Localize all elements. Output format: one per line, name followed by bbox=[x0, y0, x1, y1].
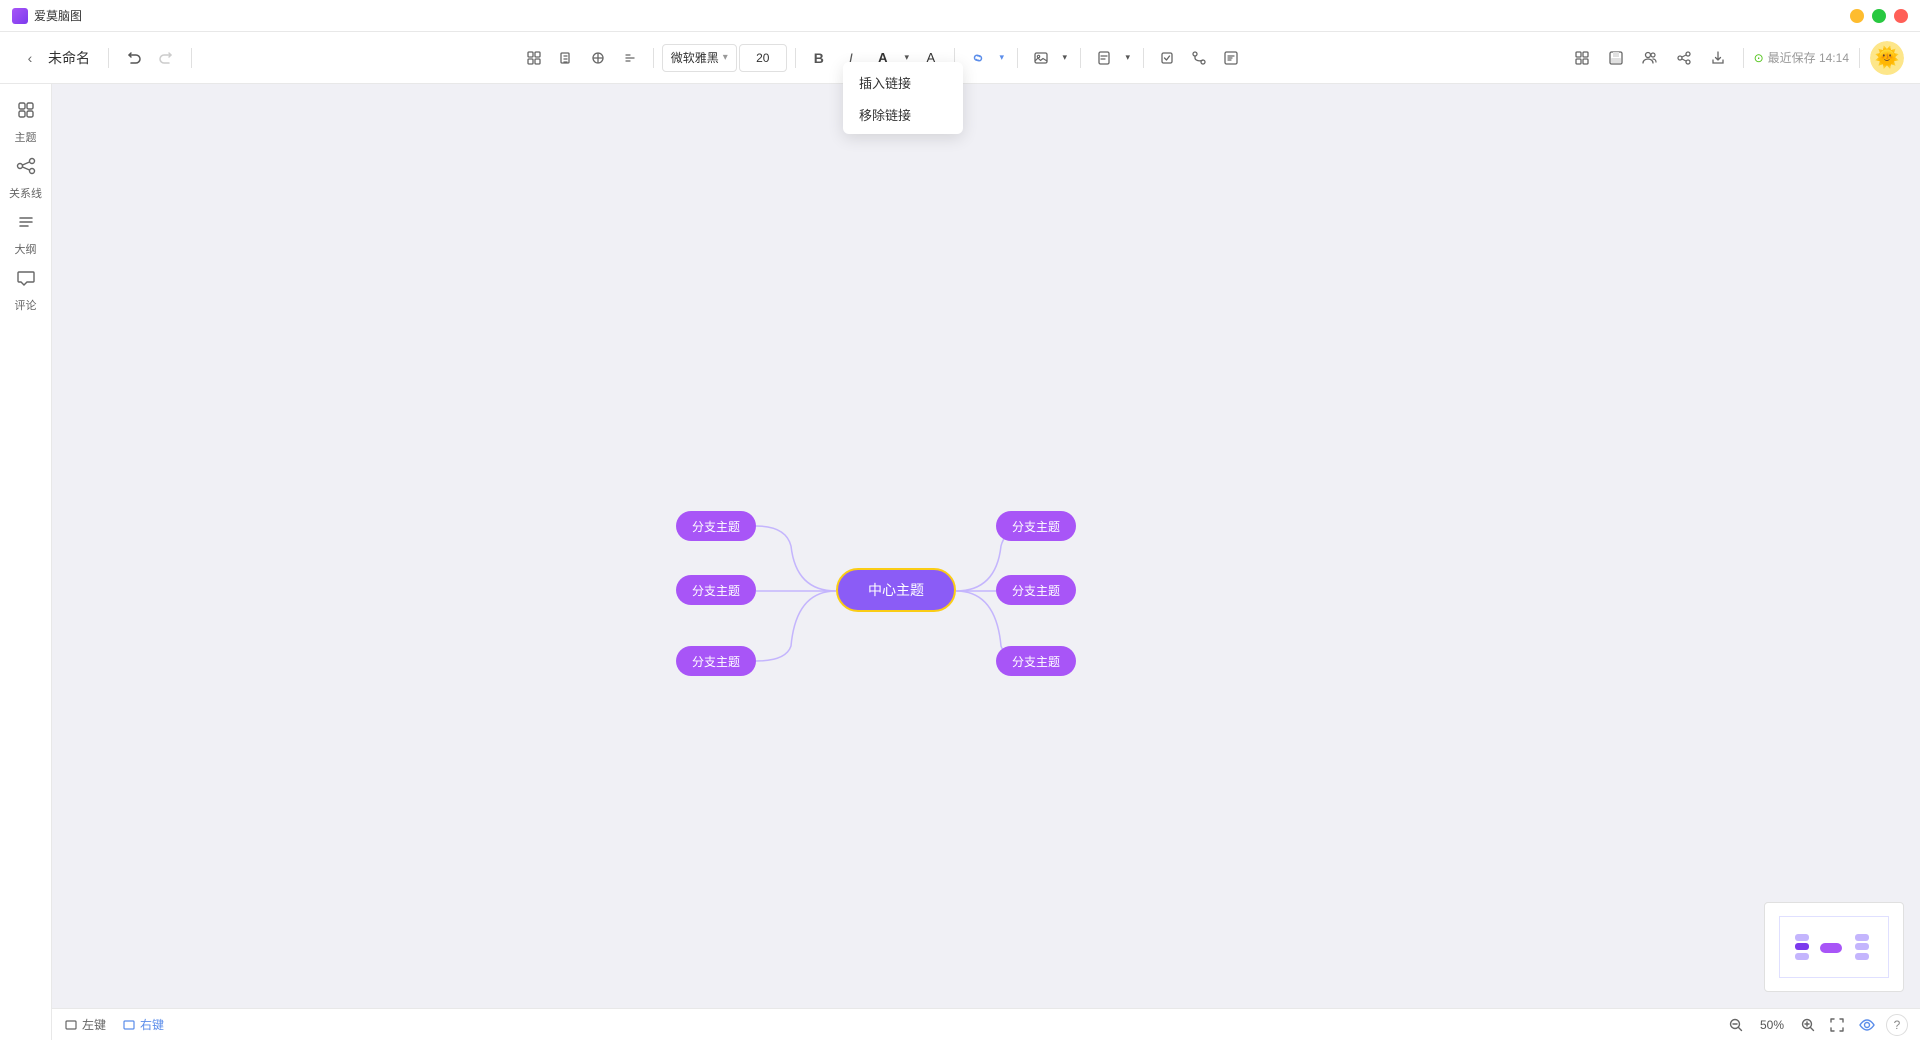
comment-label: 评论 bbox=[15, 297, 37, 313]
branch-node-br3[interactable]: 分支主题 bbox=[996, 646, 1076, 676]
minimap-branch-right1 bbox=[1855, 934, 1869, 941]
theme-icon bbox=[16, 100, 36, 125]
branch-node-bl1[interactable]: 分支主题 bbox=[676, 511, 756, 541]
divider-8 bbox=[1143, 48, 1144, 68]
zoom-level: 50% bbox=[1754, 1018, 1790, 1032]
branch-node-br1[interactable]: 分支主题 bbox=[996, 511, 1076, 541]
checkbox-button[interactable] bbox=[1152, 43, 1182, 73]
branch-node-bl3[interactable]: 分支主题 bbox=[676, 646, 756, 676]
bold-button[interactable]: B bbox=[804, 43, 834, 73]
sidebar: 主题 关系线 大纲 评论 bbox=[0, 84, 52, 1040]
font-size-value: 20 bbox=[756, 51, 769, 65]
window-controls: − □ × bbox=[1850, 9, 1908, 23]
back-button[interactable]: ‹ bbox=[16, 44, 44, 72]
font-family-selector[interactable]: 微软雅黑 ▾ bbox=[662, 44, 737, 72]
branch-node-br2[interactable]: 分支主题 bbox=[996, 575, 1076, 605]
sidebar-item-relation[interactable]: 关系线 bbox=[4, 152, 48, 204]
move-button[interactable] bbox=[583, 43, 613, 73]
app-icon bbox=[12, 8, 28, 24]
doc-title: 未命名 bbox=[48, 48, 90, 68]
image-button[interactable] bbox=[1026, 43, 1056, 73]
close-button[interactable]: × bbox=[1894, 9, 1908, 23]
copy-style-button[interactable] bbox=[551, 43, 581, 73]
left-key-label: 左键 bbox=[82, 1016, 106, 1033]
save-icon: ⊙ bbox=[1754, 51, 1764, 65]
view-mode-button[interactable] bbox=[1856, 1014, 1878, 1036]
minimap[interactable] bbox=[1764, 902, 1904, 992]
share-button[interactable] bbox=[1669, 43, 1699, 73]
export-button[interactable] bbox=[1703, 43, 1733, 73]
sidebar-item-comment[interactable]: 评论 bbox=[4, 264, 48, 316]
save-button[interactable] bbox=[1601, 43, 1631, 73]
relation-icon bbox=[16, 156, 36, 181]
right-key-label: 右键 bbox=[140, 1016, 164, 1033]
remove-link-item[interactable]: 移除链接 bbox=[843, 98, 963, 130]
minimap-branch-left3 bbox=[1795, 953, 1809, 960]
dropdown-menu: 插入链接 移除链接 bbox=[843, 62, 963, 134]
undo-button[interactable] bbox=[119, 43, 149, 73]
outline-icon bbox=[16, 212, 36, 237]
divider-2 bbox=[191, 48, 192, 68]
style-button[interactable] bbox=[519, 43, 549, 73]
right-click-shortcut: 右键 bbox=[122, 1016, 164, 1033]
minimap-branch-right2 bbox=[1855, 943, 1869, 950]
help-button[interactable]: ? bbox=[1886, 1014, 1908, 1036]
fit-screen-button[interactable] bbox=[1826, 1014, 1848, 1036]
divider-1 bbox=[108, 48, 109, 68]
zoom-controls: 50% ? bbox=[1726, 1014, 1908, 1036]
link-arrow[interactable]: ▾ bbox=[995, 43, 1009, 73]
minimap-branch-left1 bbox=[1795, 934, 1809, 941]
font-family-value: 微软雅黑 bbox=[671, 49, 719, 66]
maximize-button[interactable]: □ bbox=[1872, 9, 1886, 23]
center-node[interactable]: 中心主题 bbox=[836, 568, 956, 612]
bottom-left: 左键 右键 bbox=[64, 1016, 164, 1033]
divider-6 bbox=[1017, 48, 1018, 68]
link-style-button[interactable] bbox=[615, 43, 645, 73]
sidebar-item-outline[interactable]: 大纲 bbox=[4, 208, 48, 260]
canvas[interactable]: 中心主题 分支主题 分支主题 分支主题 分支主题 分支主题 分支主题 bbox=[52, 84, 1920, 1008]
font-family-arrow: ▾ bbox=[723, 52, 728, 63]
comment-icon bbox=[16, 268, 36, 293]
minimap-branch-left2 bbox=[1795, 943, 1809, 950]
divider-9 bbox=[1743, 48, 1744, 68]
summary-button[interactable] bbox=[1216, 43, 1246, 73]
title-bar: 爱莫脑图 − □ × bbox=[0, 0, 1920, 32]
branch-node-bl2[interactable]: 分支主题 bbox=[676, 575, 756, 605]
minimize-button[interactable]: − bbox=[1850, 9, 1864, 23]
image-arrow[interactable]: ▾ bbox=[1058, 43, 1072, 73]
users-button[interactable] bbox=[1635, 43, 1665, 73]
zoom-in-button[interactable] bbox=[1798, 1015, 1818, 1035]
divider-10 bbox=[1859, 48, 1860, 68]
insert-link-item[interactable]: 插入链接 bbox=[843, 66, 963, 98]
minimap-center-node bbox=[1820, 943, 1842, 953]
link-button[interactable] bbox=[963, 43, 993, 73]
avatar-button[interactable]: 🌞 bbox=[1870, 41, 1904, 75]
toolbar-right: ⊙ 最近保存 14:14 🌞 bbox=[1567, 41, 1904, 75]
bottom-bar: 左键 右键 50% bbox=[52, 1008, 1920, 1040]
divider-3 bbox=[653, 48, 654, 68]
theme-label: 主题 bbox=[15, 129, 37, 145]
undo-redo-group bbox=[119, 43, 181, 73]
toolbar-left: ‹ 未命名 bbox=[16, 44, 90, 72]
avatar-emoji: 🌞 bbox=[1870, 41, 1904, 75]
redo-button[interactable] bbox=[151, 43, 181, 73]
sidebar-item-theme[interactable]: 主题 bbox=[4, 96, 48, 148]
font-size-selector[interactable]: 20 bbox=[739, 44, 787, 72]
divider-4 bbox=[795, 48, 796, 68]
note-arrow[interactable]: ▾ bbox=[1121, 43, 1135, 73]
connection-button[interactable] bbox=[1184, 43, 1214, 73]
save-time: 最近保存 14:14 bbox=[1768, 49, 1849, 66]
minimap-branch-right3 bbox=[1855, 953, 1869, 960]
note-button[interactable] bbox=[1089, 43, 1119, 73]
outline-label: 大纲 bbox=[15, 241, 37, 257]
zoom-out-button[interactable] bbox=[1726, 1015, 1746, 1035]
app-title: 爱莫脑图 bbox=[34, 7, 1850, 24]
left-click-shortcut: 左键 bbox=[64, 1016, 106, 1033]
layout-button[interactable] bbox=[1567, 43, 1597, 73]
save-status: ⊙ 最近保存 14:14 bbox=[1754, 49, 1849, 66]
divider-7 bbox=[1080, 48, 1081, 68]
minimap-content bbox=[1765, 903, 1903, 991]
relation-label: 关系线 bbox=[9, 185, 42, 201]
